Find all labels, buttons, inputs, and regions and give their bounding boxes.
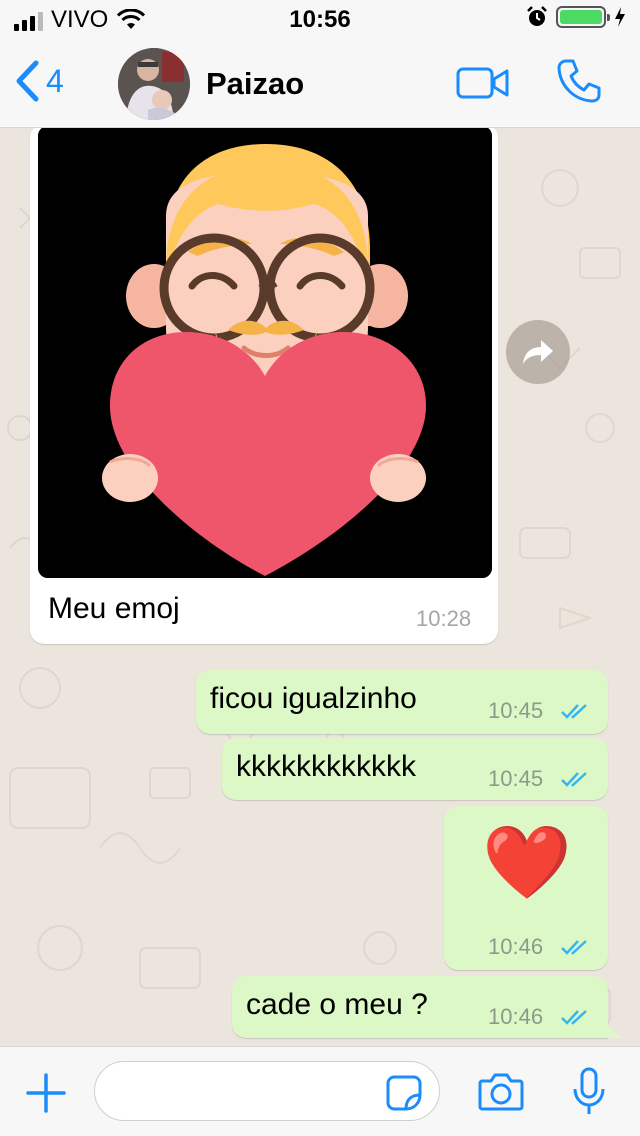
back-button[interactable]: 4	[14, 60, 64, 102]
video-camera-icon	[456, 67, 509, 99]
message-time: 10:46	[488, 1004, 544, 1029]
outgoing-message[interactable]: ficou igualzinho 10:45	[196, 670, 608, 734]
message-text: cade o meu ?	[246, 988, 428, 1021]
read-ticks-icon	[561, 704, 587, 719]
message-time: 10:45	[488, 698, 544, 723]
outgoing-message[interactable]: kkkkkkkkkkkk 10:45	[222, 738, 608, 800]
image-caption: Meu emoj	[48, 592, 180, 625]
sticker-icon	[386, 1075, 422, 1111]
read-ticks-icon	[561, 940, 587, 955]
heart-emoji: ❤️	[482, 823, 572, 903]
chat-area[interactable]: Meu emoj 10:28 ficou igualzinho 10:45 kk…	[0, 128, 640, 1046]
message-text: kkkkkkkkkkkk	[236, 750, 416, 783]
attach-button[interactable]	[26, 1073, 66, 1118]
plus-icon	[26, 1073, 66, 1113]
read-ticks-icon	[561, 1010, 587, 1025]
forward-arrow-icon	[523, 340, 553, 364]
camera-button[interactable]	[478, 1073, 524, 1116]
phone-icon	[557, 59, 601, 103]
avatar-photo	[118, 48, 190, 120]
forward-button[interactable]	[506, 320, 570, 384]
camera-icon	[478, 1073, 524, 1111]
outgoing-emoji-message[interactable]: ❤️ 10:46	[444, 806, 608, 970]
incoming-image-message[interactable]: Meu emoj 10:28	[30, 128, 498, 644]
status-bar: VIVO 10:56	[0, 0, 640, 40]
voice-call-button[interactable]	[556, 58, 602, 109]
battery-icon	[556, 6, 610, 28]
message-time: 10:46	[488, 934, 544, 959]
contact-name[interactable]: Paizao	[206, 66, 304, 102]
message-text: ficou igualzinho	[210, 682, 417, 715]
avatar-emoji-illustration	[38, 128, 492, 578]
outgoing-message[interactable]: cade o meu ? 10:46	[232, 976, 608, 1038]
microphone-icon	[573, 1067, 605, 1114]
bubble-tail	[604, 1018, 626, 1038]
sticker-button[interactable]	[386, 1075, 422, 1116]
sticker-image[interactable]	[38, 128, 492, 578]
unread-count: 4	[46, 62, 64, 99]
charging-icon	[615, 7, 625, 27]
microphone-button[interactable]	[572, 1067, 606, 1122]
chevron-left-icon	[16, 60, 39, 102]
message-time: 10:45	[488, 766, 544, 791]
status-right	[526, 6, 626, 28]
alarm-icon	[527, 6, 547, 26]
video-call-button[interactable]	[456, 66, 510, 105]
read-ticks-icon	[561, 772, 587, 787]
input-bar	[0, 1046, 640, 1136]
message-time: 10:28	[416, 606, 472, 631]
chat-header: 4 Paizao	[0, 40, 640, 128]
avatar[interactable]	[118, 48, 190, 120]
